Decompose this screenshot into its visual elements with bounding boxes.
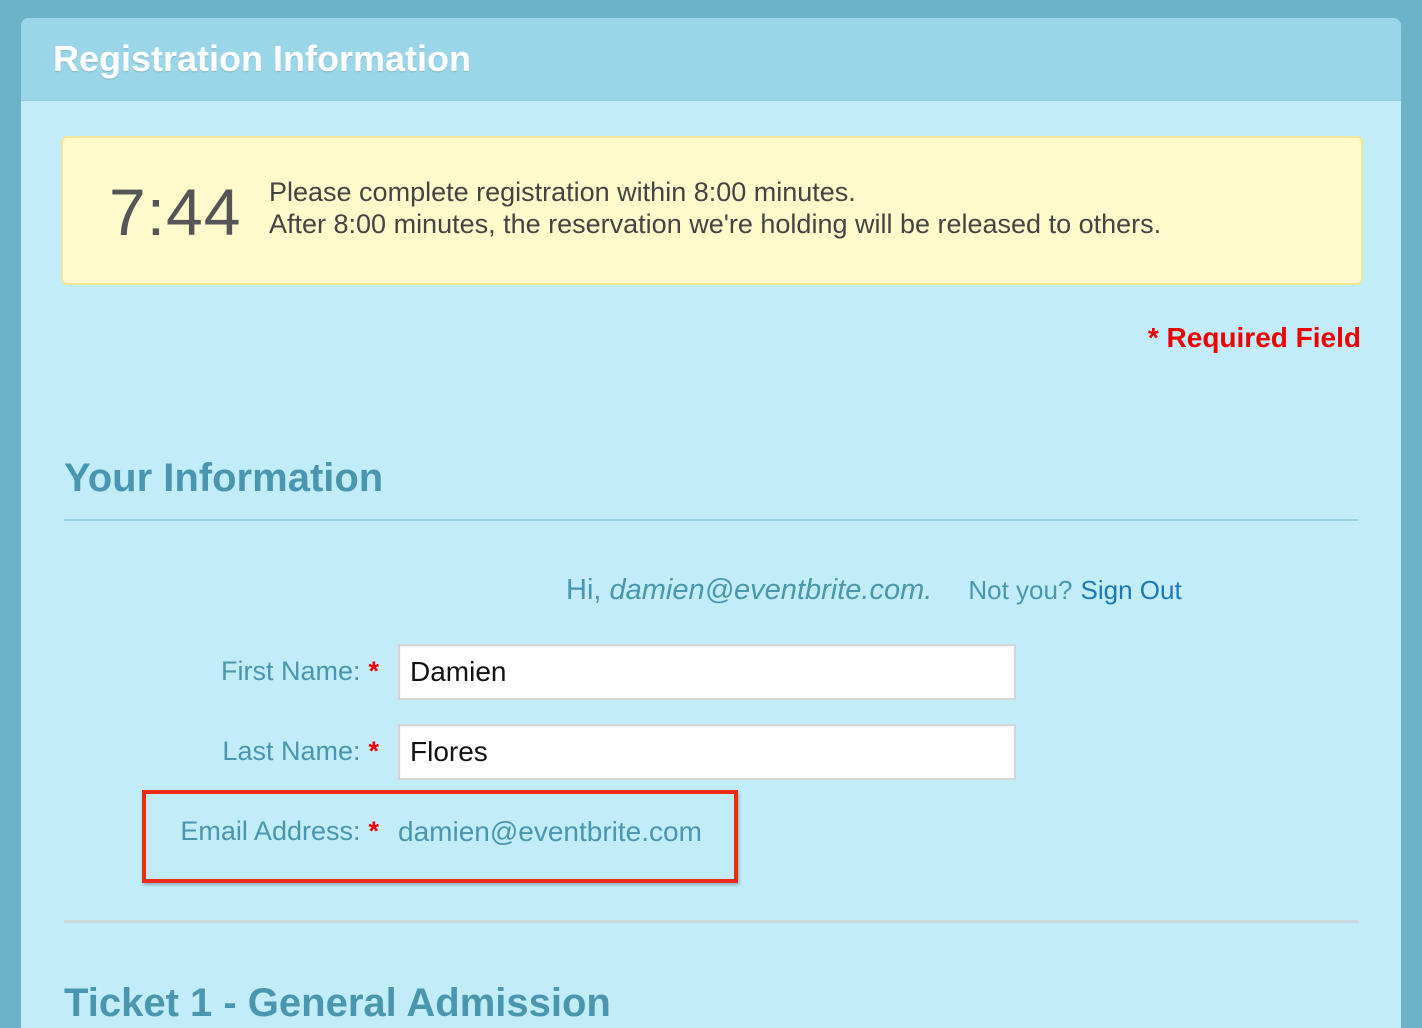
- first-name-label: First Name: *: [39, 656, 379, 687]
- section-divider: [64, 519, 1358, 521]
- greeting-prefix: Hi,: [566, 574, 610, 606]
- your-information-heading: Your Information: [64, 456, 384, 500]
- email-highlight-annotation: [142, 790, 738, 883]
- first-name-label-text: First Name:: [220, 656, 361, 686]
- section-divider-gray: [64, 920, 1358, 923]
- panel-header: Registration Information: [21, 18, 1401, 101]
- timer-message-line-2: After 8:00 minutes, the reservation we'r…: [269, 209, 1162, 239]
- last-name-input[interactable]: [398, 724, 1016, 780]
- timer-notice: 7:44 Please complete registration within…: [61, 136, 1363, 285]
- required-marker: *: [368, 736, 379, 766]
- sign-out-link[interactable]: Sign Out: [1081, 575, 1182, 605]
- countdown-timer: 7:44: [109, 175, 242, 249]
- timer-message-line-1: Please complete registration within 8:00…: [269, 177, 856, 207]
- required-marker: *: [368, 656, 379, 686]
- not-you-text: Not you?: [968, 575, 1073, 605]
- greeting-email: damien@eventbrite.com.: [609, 574, 933, 606]
- first-name-input[interactable]: [398, 644, 1016, 700]
- required-field-note: * Required Field: [1147, 322, 1361, 353]
- last-name-label: Last Name: *: [39, 736, 379, 767]
- last-name-label-text: Last Name:: [222, 736, 361, 766]
- panel-title: Registration Information: [53, 38, 472, 79]
- timer-message: Please complete registration within 8:00…: [269, 176, 1161, 240]
- signed-in-greeting: Hi, damien@eventbrite.com. Not you? Sign…: [566, 574, 1182, 607]
- registration-panel: Registration Information 7:44 Please com…: [21, 18, 1401, 1028]
- ticket-section-heading: Ticket 1 - General Admission: [64, 981, 611, 1025]
